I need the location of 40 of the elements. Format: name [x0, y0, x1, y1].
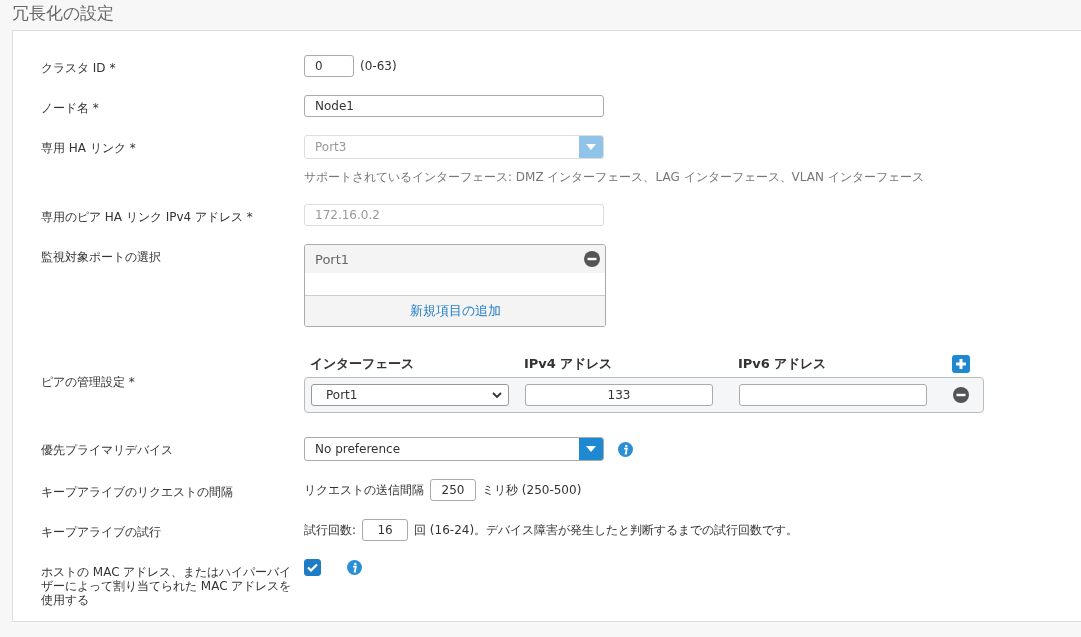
prefix-text: リクエストの送信間隔: [304, 481, 424, 499]
list-item[interactable]: Port1: [315, 251, 350, 267]
check-icon: [307, 563, 318, 572]
column-header: インターフェース: [310, 355, 415, 373]
info-icon[interactable]: [618, 441, 633, 457]
add-icon[interactable]: [952, 355, 970, 373]
caret-icon: [586, 446, 596, 452]
prefix-text: 試行回数:: [304, 521, 357, 539]
remove-icon[interactable]: [953, 387, 969, 403]
field-label: ホストの MAC アドレス、またはハイパーバイザーによって割り当てられた MAC アドレスを使用する: [41, 564, 293, 607]
ipv4-field[interactable]: 133: [525, 384, 713, 406]
field-label: 専用 HA リンク *: [41, 140, 137, 155]
field-label: 監視対象ポートの選択: [41, 249, 162, 264]
field-label: 優先プライマリデバイス: [41, 442, 174, 457]
suffix-text: ミリ秒 (250-500): [482, 481, 582, 499]
chevron-icon: [492, 391, 502, 399]
column-header: IPv4 アドレス: [524, 355, 614, 373]
range-hint: (0-63): [360, 59, 397, 73]
caret-icon: [586, 144, 596, 150]
number-field[interactable]: 16: [362, 519, 409, 541]
field-label: ピアの管理設定 *: [41, 374, 136, 389]
field-label: 専用のピア HA リンク IPv4 アドレス *: [41, 209, 254, 224]
checkbox[interactable]: [304, 559, 321, 576]
field-label: ノード名 *: [41, 100, 100, 115]
interface-select[interactable]: Port1: [311, 384, 509, 406]
page-title: 冗長化の設定: [12, 2, 115, 25]
dropdown[interactable]: No preference: [304, 437, 604, 461]
number-field[interactable]: 250: [430, 479, 476, 501]
suffix-text: 回 (16-24)。デバイス障害が発生したと判断するまでの試行回数です。: [414, 521, 799, 539]
info-icon[interactable]: [347, 560, 362, 575]
text-field[interactable]: Node1: [304, 95, 604, 117]
field-label: キープアライブのリクエストの間隔: [41, 484, 234, 499]
number-field[interactable]: 0: [304, 55, 354, 77]
hint-text: サポートされているインターフェース: DMZ インターフェース、LAG インターフェース、VLAN インターフェース: [304, 169, 924, 186]
field-label: キープアライブの試行: [41, 524, 162, 539]
field-label: クラスタ ID *: [41, 60, 117, 75]
column-header: IPv6 アドレス: [738, 355, 828, 373]
ipv6-field[interactable]: [739, 384, 927, 406]
add-item-button[interactable]: 新規項目の追加: [305, 296, 605, 326]
remove-icon[interactable]: [584, 251, 600, 267]
